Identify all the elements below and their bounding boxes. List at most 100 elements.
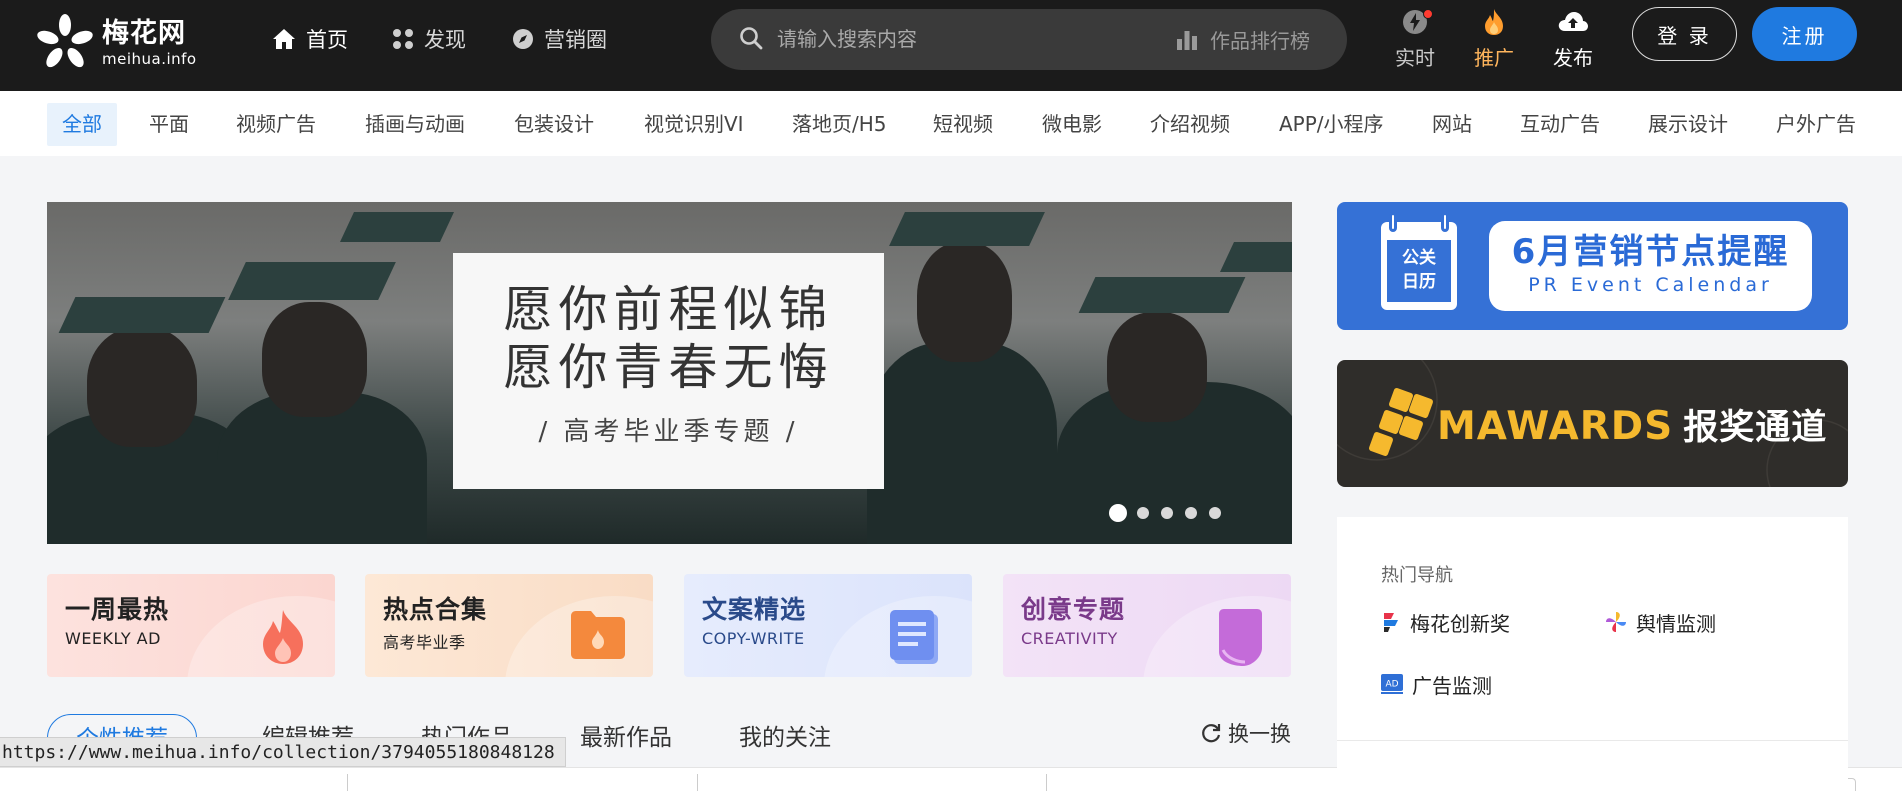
realtime-button[interactable]: 实时 xyxy=(1383,6,1447,76)
nav-marketing-circle[interactable]: 营销圈 xyxy=(512,0,607,78)
banner-figure xyxy=(262,302,367,417)
pinwheel-icon xyxy=(1605,611,1627,633)
category-vi[interactable]: 视觉识别VI xyxy=(644,103,744,146)
feature-card-hot-collection[interactable]: 热点合集 高考毕业季 xyxy=(365,574,653,677)
banner-title-line2: 愿你青春无悔 xyxy=(503,339,834,396)
carousel-dot-2[interactable] xyxy=(1137,507,1149,519)
feature-card-creative-topic[interactable]: 创意专题 CREATIVITY xyxy=(1003,574,1291,677)
realtime-label: 实时 xyxy=(1395,46,1435,70)
document-icon xyxy=(888,608,946,670)
notification-dot xyxy=(1423,9,1433,19)
calendar-badge-line1: 公关 xyxy=(1402,248,1436,268)
login-button[interactable]: 登 录 xyxy=(1632,7,1737,61)
category-all[interactable]: 全部 xyxy=(47,103,117,146)
feature-card-title: 创意专题 xyxy=(1021,595,1126,624)
pr-calendar-title: 6月营销节点提醒 xyxy=(1511,232,1790,272)
category-landing-h5[interactable]: 落地页/H5 xyxy=(792,103,887,146)
work-ranking-label: 作品排行榜 xyxy=(1210,29,1310,53)
banner-figure xyxy=(58,297,226,333)
category-bar: 全部 平面 视频广告 插画与动画 包装设计 视觉识别VI 落地页/H5 短视频 … xyxy=(0,91,1902,156)
hot-nav-label: 舆情监测 xyxy=(1636,611,1716,636)
hot-nav-label: 梅花创新奖 xyxy=(1410,611,1510,636)
category-intro-video[interactable]: 介绍视频 xyxy=(1150,103,1230,146)
category-video-ad[interactable]: 视频广告 xyxy=(236,103,316,146)
ad-icon: AD xyxy=(1381,674,1403,694)
carousel-dot-1[interactable] xyxy=(1109,504,1127,522)
divider xyxy=(1337,740,1848,741)
compass-icon xyxy=(512,28,534,50)
search-bar: 作品排行榜 xyxy=(711,9,1347,70)
tab-my-follows[interactable]: 我的关注 xyxy=(739,714,831,762)
feature-card-title: 文案精选 xyxy=(702,595,807,624)
hot-nav-label: 广告监测 xyxy=(1412,673,1492,698)
feature-card-subtitle: COPY-WRITE xyxy=(702,629,805,648)
carousel-indicators xyxy=(1109,504,1233,522)
hot-nav-ad-monitor[interactable]: AD 广告监测 xyxy=(1381,670,1492,698)
feature-card-subtitle: CREATIVITY xyxy=(1021,629,1118,648)
grid-dots-icon xyxy=(392,28,414,50)
category-exhibition-design[interactable]: 展示设计 xyxy=(1648,103,1728,146)
work-ranking-link[interactable]: 作品排行榜 xyxy=(1176,9,1310,70)
refresh-button[interactable]: 换一换 xyxy=(1200,716,1291,750)
hot-nav-meihua-award[interactable]: 梅花创新奖 xyxy=(1381,608,1510,636)
site-logo[interactable]: 梅花网 meihua.info xyxy=(34,12,197,74)
feature-card-subtitle: 高考毕业季 xyxy=(383,633,466,652)
carousel-dot-3[interactable] xyxy=(1161,507,1173,519)
category-packaging[interactable]: 包装设计 xyxy=(514,103,594,146)
tag-icon xyxy=(1213,608,1265,672)
mawards-brand: MAWARDS xyxy=(1437,404,1674,449)
search-input[interactable] xyxy=(777,19,1197,59)
banner-title-line1: 愿你前程似锦 xyxy=(503,281,834,338)
promote-button[interactable]: 推广 xyxy=(1462,6,1526,76)
category-graphic[interactable]: 平面 xyxy=(149,103,189,146)
banner-figure xyxy=(1220,242,1292,272)
nav-discover[interactable]: 发现 xyxy=(392,0,466,78)
category-app-miniprogram[interactable]: APP/小程序 xyxy=(1279,103,1384,146)
publish-button[interactable]: 发布 xyxy=(1541,6,1605,76)
divider xyxy=(697,774,698,791)
logo-text-cn: 梅花网 xyxy=(102,18,186,49)
carousel-dot-5[interactable] xyxy=(1209,507,1221,519)
refresh-label: 换一换 xyxy=(1228,722,1291,746)
publish-label: 发布 xyxy=(1553,46,1593,70)
banner-title-card: 愿你前程似锦 愿你青春无悔 / 高考毕业季专题 / xyxy=(453,253,884,489)
category-short-video[interactable]: 短视频 xyxy=(933,103,993,146)
search-icon[interactable] xyxy=(739,26,763,54)
refresh-icon xyxy=(1200,722,1222,744)
register-button[interactable]: 注册 xyxy=(1752,7,1857,61)
carousel-dot-4[interactable] xyxy=(1185,507,1197,519)
feature-card-copywriting[interactable]: 文案精选 COPY-WRITE xyxy=(684,574,972,677)
home-icon xyxy=(272,28,296,50)
category-outdoor-ad[interactable]: 户外广告 xyxy=(1776,103,1856,146)
flame-icon xyxy=(257,608,309,670)
divider xyxy=(1046,774,1047,791)
meihua-logo-icon xyxy=(37,14,93,68)
bar-chart-icon xyxy=(1176,29,1198,51)
feature-card-weekly-hot[interactable]: 一周最热 WEEKLY AD xyxy=(47,574,335,677)
top-navigation-bar: 梅花网 meihua.info 首页 发现 营销圈 作品排行榜 xyxy=(0,0,1902,91)
pr-calendar-subtitle: PR Event Calendar xyxy=(1528,274,1773,296)
banner-figure xyxy=(87,327,197,447)
banner-figure xyxy=(917,242,1012,362)
mawards-cta: 报奖通道 xyxy=(1683,408,1828,448)
category-micro-film[interactable]: 微电影 xyxy=(1042,103,1102,146)
hot-nav-sentiment-monitor[interactable]: 舆情监测 xyxy=(1605,608,1716,636)
banner-subtitle: / 高考毕业季专题 / xyxy=(538,417,799,447)
category-interactive-ad[interactable]: 互动广告 xyxy=(1520,103,1600,146)
hero-banner[interactable]: 愿你前程似锦 愿你青春无悔 / 高考毕业季专题 / xyxy=(47,202,1292,544)
hot-navigation-title: 热门导航 xyxy=(1381,565,1453,586)
tab-latest-works[interactable]: 最新作品 xyxy=(580,714,672,762)
browser-status-url: https://www.meihua.info/collection/37940… xyxy=(0,737,566,767)
nav-home-label: 首页 xyxy=(306,28,348,52)
calendar-badge-line2: 日历 xyxy=(1402,272,1436,292)
hot-navigation-panel: 热门导航 梅花创新奖 舆情监测 AD 广告监测 xyxy=(1337,517,1848,791)
category-website[interactable]: 网站 xyxy=(1432,103,1472,146)
feature-card-title: 热点合集 xyxy=(383,595,488,624)
category-illustration-animation[interactable]: 插画与动画 xyxy=(365,103,465,146)
nav-home[interactable]: 首页 xyxy=(272,0,348,78)
meihua-award-icon xyxy=(1381,611,1401,633)
pr-calendar-promo[interactable]: 公关 日历 6月营销节点提醒 PR Event Calendar xyxy=(1337,202,1848,330)
mawards-promo[interactable]: MAWARDS 报奖通道 xyxy=(1337,360,1848,487)
pr-calendar-title-pill: 6月营销节点提醒 PR Event Calendar xyxy=(1489,221,1812,311)
banner-figure xyxy=(1078,277,1246,313)
